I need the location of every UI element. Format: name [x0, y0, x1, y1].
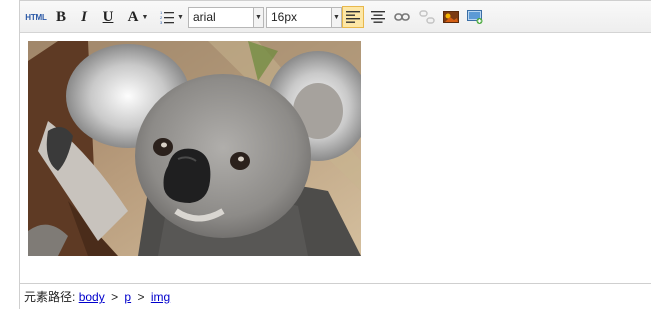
html-source-label: HTML: [25, 12, 47, 22]
bold-label: B: [55, 8, 66, 25]
path-link-p[interactable]: p: [124, 290, 131, 304]
chevron-down-icon[interactable]: ▼: [253, 8, 263, 27]
svg-text:3: 3: [160, 20, 163, 24]
link-button[interactable]: [391, 6, 413, 28]
koala-photo-icon: [28, 41, 361, 256]
html-source-button[interactable]: HTML: [24, 6, 48, 28]
align-left-icon: [346, 11, 360, 23]
unlink-icon: [419, 10, 435, 24]
font-color-button[interactable]: A ▼: [123, 6, 153, 28]
element-path-label: 元素路径:: [24, 290, 76, 304]
koala-image[interactable]: [28, 41, 361, 256]
font-color-label: A: [127, 8, 139, 25]
chevron-down-icon[interactable]: ▼: [331, 8, 341, 27]
path-link-img[interactable]: img: [151, 290, 170, 304]
link-icon: [394, 13, 410, 21]
italic-button[interactable]: I: [74, 6, 94, 28]
image-icon: [443, 11, 459, 23]
font-family-value: arial: [193, 10, 216, 24]
insert-media-button[interactable]: [464, 6, 486, 28]
bold-button[interactable]: B: [51, 6, 71, 28]
ordered-list-icon: 1 2 3: [160, 10, 175, 24]
editor-toolbar: HTML B I U A ▼ 1 2 3 ▼ arial ▼ 16px ▼: [20, 0, 651, 33]
unlink-button[interactable]: [416, 6, 438, 28]
chevron-down-icon: ▼: [177, 13, 184, 21]
font-family-select[interactable]: arial ▼: [188, 7, 264, 28]
underline-button[interactable]: U: [97, 6, 119, 28]
insert-image-button[interactable]: [440, 6, 462, 28]
chevron-down-icon: ▼: [141, 13, 149, 21]
align-center-button[interactable]: [367, 6, 389, 28]
path-separator: >: [137, 290, 145, 304]
media-icon: [467, 10, 483, 24]
italic-label: I: [81, 8, 87, 25]
path-separator: >: [111, 290, 119, 304]
rich-text-editor: HTML B I U A ▼ 1 2 3 ▼ arial ▼ 16px ▼ 元素…: [19, 0, 651, 309]
element-path-bar: 元素路径: body > p > img: [20, 283, 651, 309]
align-center-icon: [371, 11, 385, 23]
editor-content-area[interactable]: [20, 33, 651, 283]
align-left-button[interactable]: [342, 6, 364, 28]
font-size-value: 16px: [271, 10, 298, 24]
underline-label: U: [102, 8, 114, 25]
path-link-body[interactable]: body: [79, 290, 105, 304]
font-size-select[interactable]: 16px ▼: [266, 7, 342, 28]
list-button[interactable]: 1 2 3 ▼: [157, 6, 187, 28]
